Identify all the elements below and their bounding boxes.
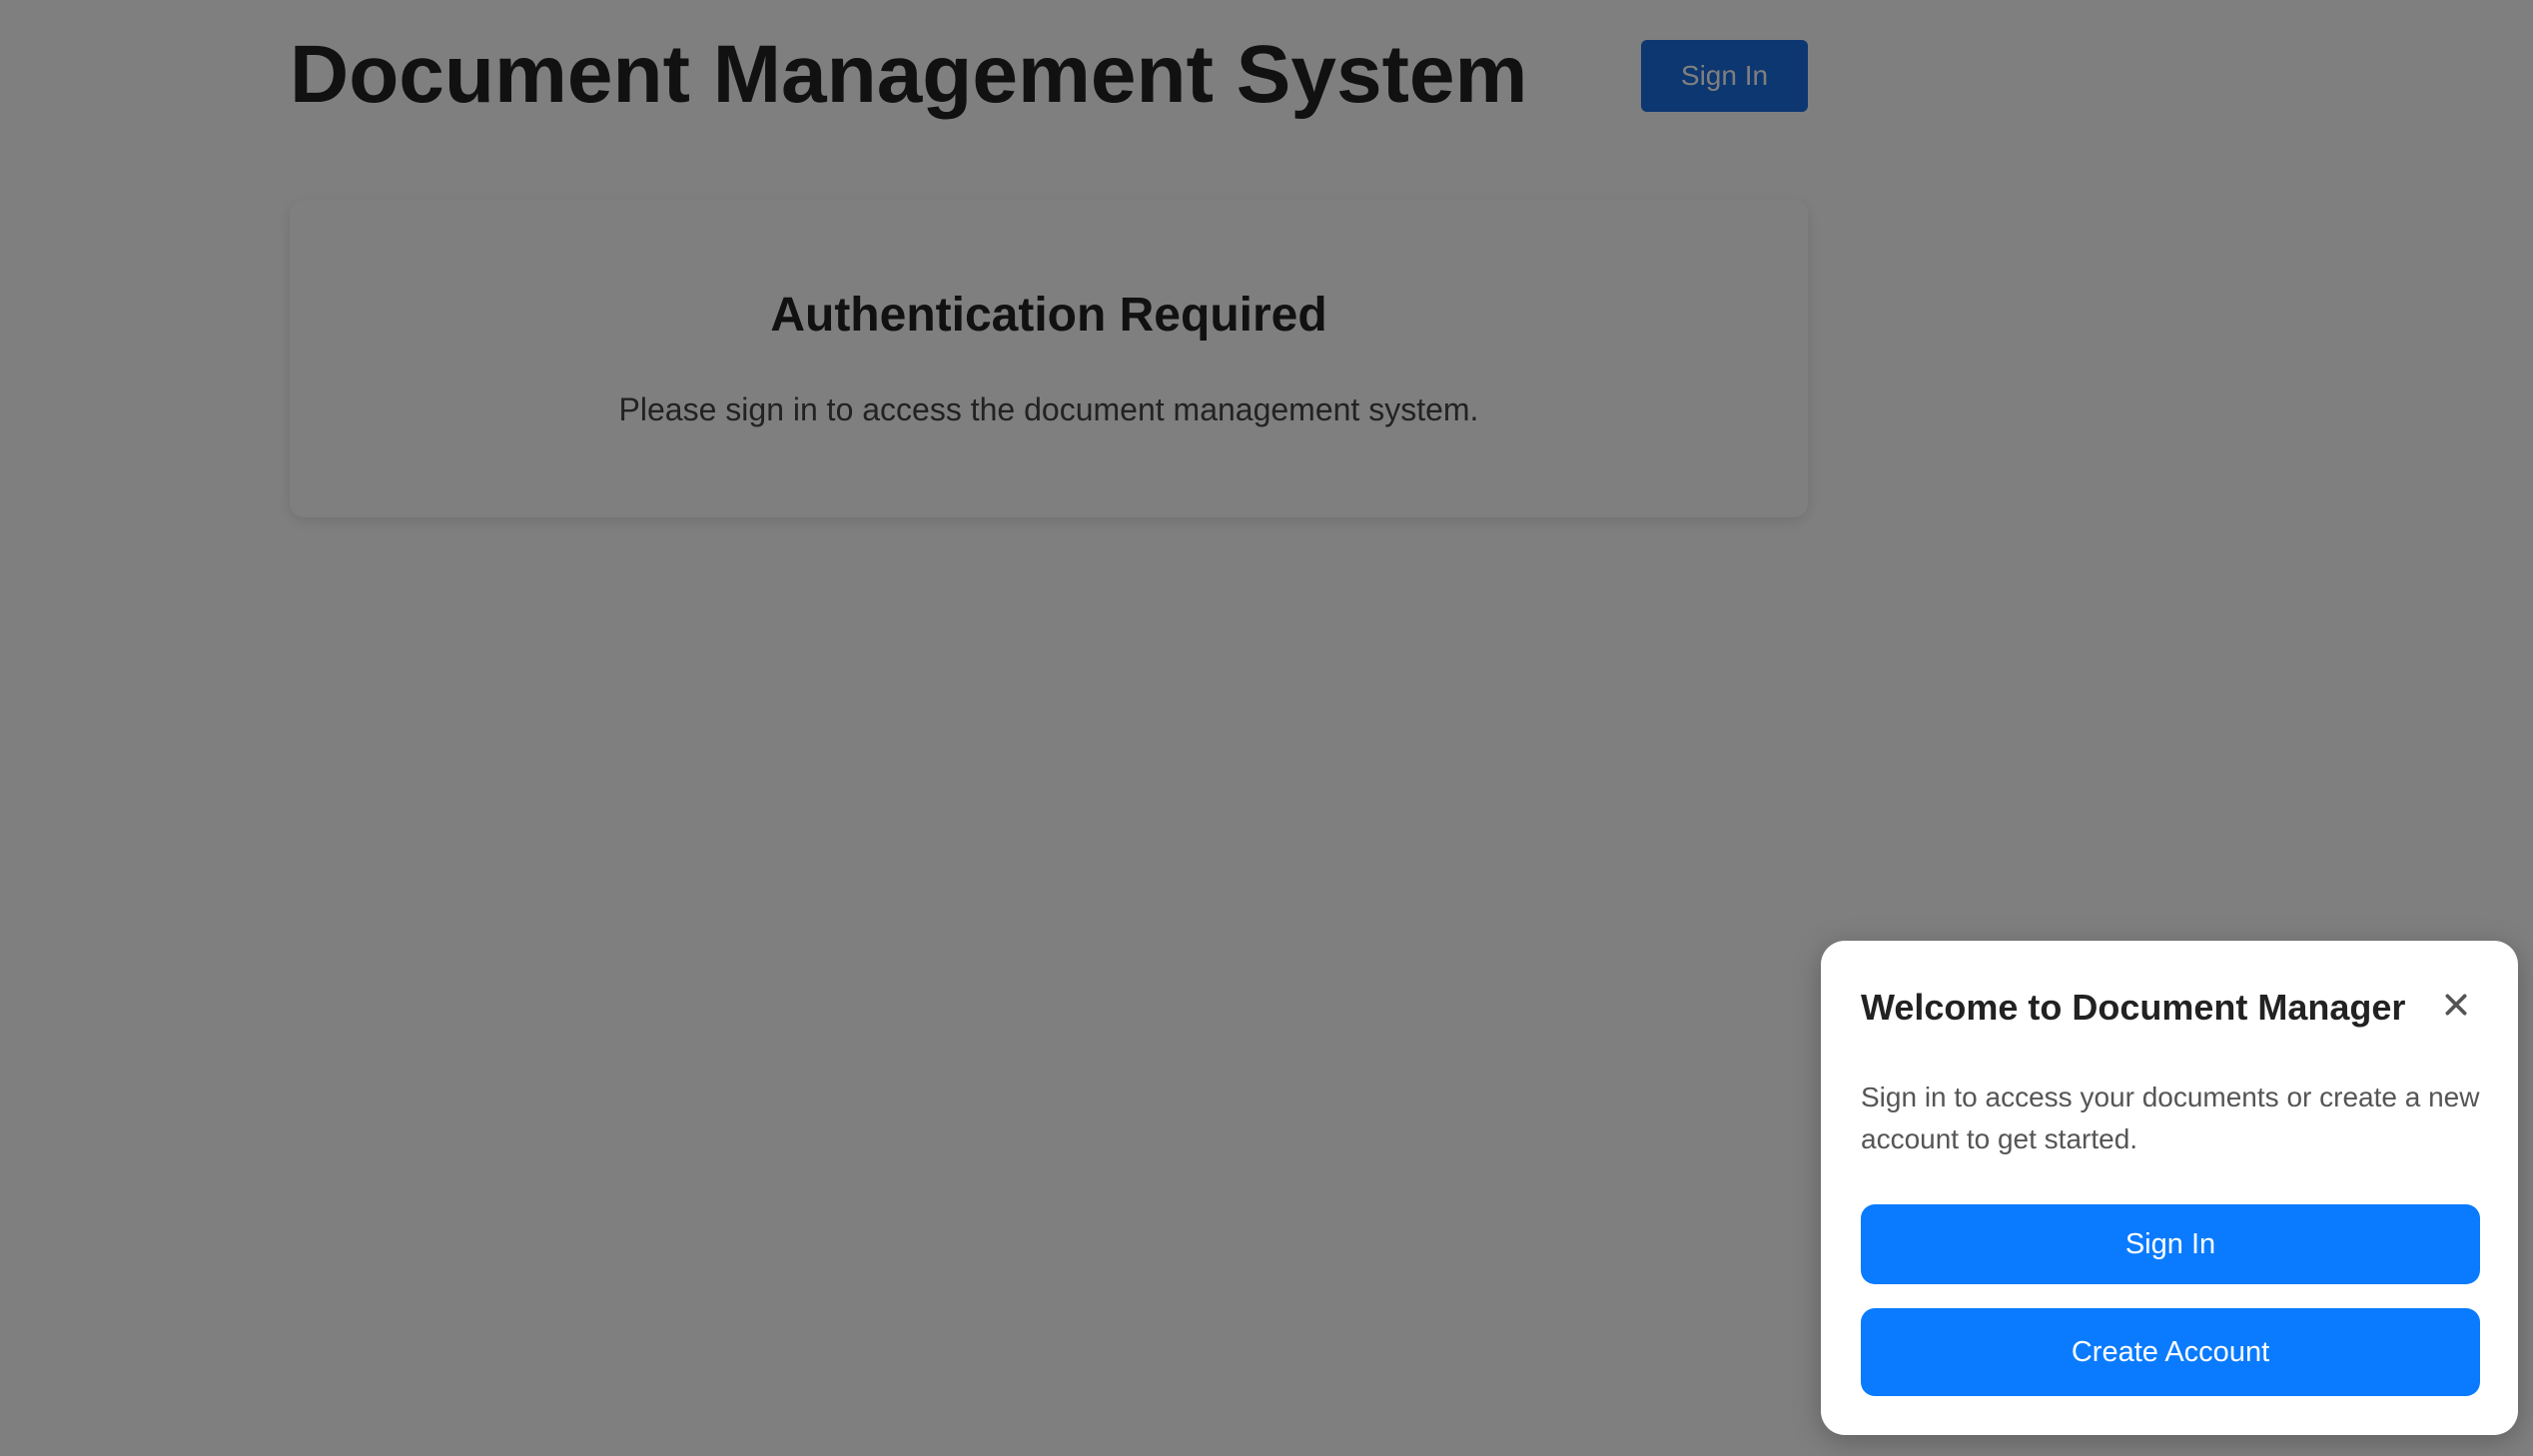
close-icon-glyph xyxy=(2445,994,2467,1016)
create-account-button[interactable]: Create Account xyxy=(1861,1308,2480,1396)
popup-sign-in-button[interactable]: Sign In xyxy=(1861,1204,2480,1284)
welcome-popup: Welcome to Document Manager Sign in to a… xyxy=(1821,941,2518,1435)
popup-message: Sign in to access your documents or crea… xyxy=(1861,1082,2480,1154)
popup-title: Welcome to Document Manager xyxy=(1861,987,2406,1028)
close-icon[interactable] xyxy=(2434,983,2478,1027)
